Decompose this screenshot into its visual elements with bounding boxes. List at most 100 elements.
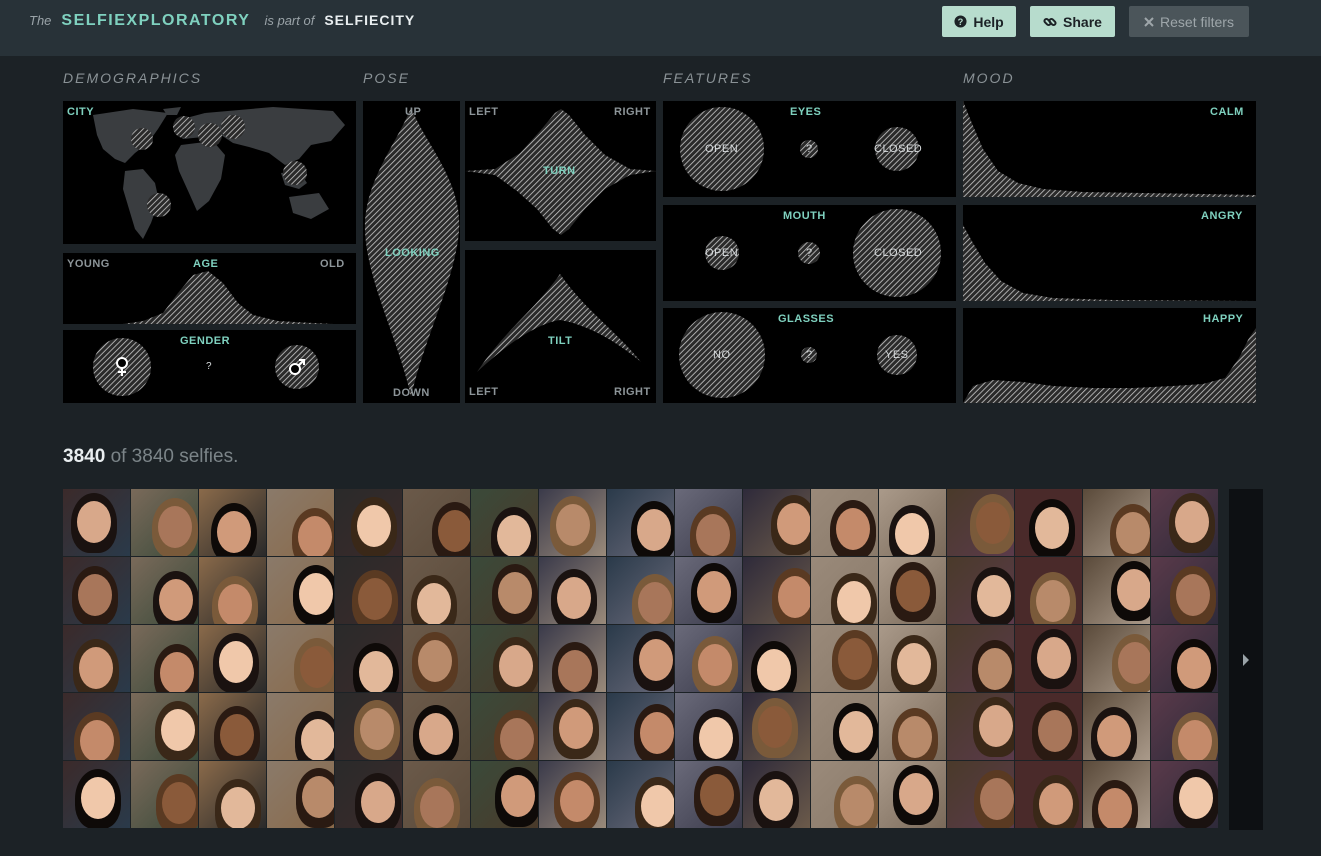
- selfie-thumbnail[interactable]: [471, 557, 538, 624]
- help-button[interactable]: ? Help: [942, 6, 1016, 37]
- selfie-thumbnail[interactable]: [607, 761, 674, 828]
- selfie-thumbnail[interactable]: [335, 625, 402, 692]
- selfie-thumbnail[interactable]: [675, 761, 742, 828]
- selfie-thumbnail[interactable]: [267, 625, 334, 692]
- city-map-filter[interactable]: CITY: [63, 101, 356, 244]
- selfie-thumbnail[interactable]: [1083, 489, 1150, 556]
- age-filter[interactable]: YOUNG AGE OLD: [63, 253, 356, 324]
- female-icon[interactable]: [115, 357, 129, 377]
- selfie-thumbnail[interactable]: [1151, 557, 1218, 624]
- selfie-thumbnail[interactable]: [539, 693, 606, 760]
- glasses-unknown[interactable]: ?: [806, 349, 813, 361]
- selfie-thumbnail[interactable]: [471, 625, 538, 692]
- selfie-thumbnail[interactable]: [811, 625, 878, 692]
- selfie-thumbnail[interactable]: [335, 761, 402, 828]
- selfie-thumbnail[interactable]: [811, 693, 878, 760]
- selfie-thumbnail[interactable]: [1083, 693, 1150, 760]
- selfie-thumbnail[interactable]: [811, 557, 878, 624]
- selfie-thumbnail[interactable]: [131, 489, 198, 556]
- share-button[interactable]: Share: [1030, 6, 1115, 37]
- selfie-thumbnail[interactable]: [539, 761, 606, 828]
- app-title[interactable]: SELFIEXPLORATORY: [61, 12, 250, 29]
- selfie-thumbnail[interactable]: [743, 489, 810, 556]
- selfie-thumbnail[interactable]: [607, 489, 674, 556]
- selfie-thumbnail[interactable]: [1083, 557, 1150, 624]
- selfie-thumbnail[interactable]: [1083, 625, 1150, 692]
- gender-filter[interactable]: GENDER ?: [63, 330, 356, 403]
- selfie-thumbnail[interactable]: [879, 625, 946, 692]
- selfie-thumbnail[interactable]: [607, 557, 674, 624]
- selfie-thumbnail[interactable]: [131, 625, 198, 692]
- selfie-thumbnail[interactable]: [403, 693, 470, 760]
- selfie-thumbnail[interactable]: [199, 557, 266, 624]
- selfie-thumbnail[interactable]: [63, 489, 130, 556]
- selfie-thumbnail[interactable]: [743, 557, 810, 624]
- selfie-thumbnail[interactable]: [403, 557, 470, 624]
- selfie-thumbnail[interactable]: [675, 557, 742, 624]
- selfie-thumbnail[interactable]: [335, 489, 402, 556]
- calm-filter[interactable]: CALM: [963, 101, 1256, 197]
- selfie-thumbnail[interactable]: [947, 625, 1014, 692]
- selfie-thumbnail[interactable]: [267, 761, 334, 828]
- selfie-thumbnail[interactable]: [335, 693, 402, 760]
- selfie-thumbnail[interactable]: [879, 761, 946, 828]
- selfie-thumbnail[interactable]: [675, 693, 742, 760]
- selfie-thumbnail[interactable]: [743, 625, 810, 692]
- selfie-thumbnail[interactable]: [811, 489, 878, 556]
- looking-filter[interactable]: UP LOOKING DOWN: [363, 101, 460, 403]
- selfie-thumbnail[interactable]: [1151, 489, 1218, 556]
- selfie-thumbnail[interactable]: [199, 625, 266, 692]
- selfie-thumbnail[interactable]: [1151, 761, 1218, 828]
- selfie-thumbnail[interactable]: [1151, 625, 1218, 692]
- selfie-thumbnail[interactable]: [63, 693, 130, 760]
- selfie-thumbnail[interactable]: [879, 489, 946, 556]
- selfie-thumbnail[interactable]: [131, 693, 198, 760]
- selfie-thumbnail[interactable]: [1015, 557, 1082, 624]
- eyes-filter[interactable]: EYES OPEN ? CLOSED: [663, 101, 956, 197]
- selfie-thumbnail[interactable]: [403, 489, 470, 556]
- selfie-thumbnail[interactable]: [1015, 693, 1082, 760]
- selfie-thumbnail[interactable]: [199, 761, 266, 828]
- glasses-filter[interactable]: GLASSES NO ? YES: [663, 308, 956, 403]
- parent-project-link[interactable]: SELFIECITY: [324, 12, 415, 28]
- selfie-thumbnail[interactable]: [267, 489, 334, 556]
- mouth-closed[interactable]: CLOSED: [874, 247, 922, 259]
- selfie-thumbnail[interactable]: [811, 761, 878, 828]
- selfie-thumbnail[interactable]: [267, 693, 334, 760]
- selfie-thumbnail[interactable]: [131, 557, 198, 624]
- glasses-no[interactable]: NO: [713, 349, 731, 361]
- selfie-thumbnail[interactable]: [743, 761, 810, 828]
- tilt-filter[interactable]: TILT LEFT RIGHT: [465, 250, 656, 403]
- selfie-thumbnail[interactable]: [743, 693, 810, 760]
- eyes-open[interactable]: OPEN: [705, 143, 738, 155]
- selfie-thumbnail[interactable]: [63, 625, 130, 692]
- reset-filters-button[interactable]: Reset filters: [1129, 6, 1249, 37]
- selfie-thumbnail[interactable]: [947, 557, 1014, 624]
- selfie-thumbnail[interactable]: [947, 693, 1014, 760]
- selfie-thumbnail[interactable]: [471, 761, 538, 828]
- selfie-thumbnail[interactable]: [947, 489, 1014, 556]
- gender-unknown[interactable]: ?: [206, 361, 212, 372]
- selfie-thumbnail[interactable]: [267, 557, 334, 624]
- mouth-filter[interactable]: MOUTH OPEN ? CLOSED: [663, 205, 956, 301]
- eyes-unknown[interactable]: ?: [806, 143, 813, 155]
- selfie-thumbnail[interactable]: [471, 489, 538, 556]
- selfie-thumbnail[interactable]: [1151, 693, 1218, 760]
- selfie-thumbnail[interactable]: [1015, 625, 1082, 692]
- selfie-thumbnail[interactable]: [947, 761, 1014, 828]
- selfie-thumbnail[interactable]: [539, 557, 606, 624]
- selfie-thumbnail[interactable]: [539, 489, 606, 556]
- selfie-thumbnail[interactable]: [1083, 761, 1150, 828]
- male-icon[interactable]: [288, 358, 306, 376]
- selfie-thumbnail[interactable]: [607, 625, 674, 692]
- mouth-unknown[interactable]: ?: [806, 247, 813, 259]
- mouth-open[interactable]: OPEN: [705, 247, 738, 259]
- selfie-thumbnail[interactable]: [607, 693, 674, 760]
- selfie-thumbnail[interactable]: [63, 557, 130, 624]
- selfie-thumbnail[interactable]: [1015, 761, 1082, 828]
- selfie-thumbnail[interactable]: [675, 489, 742, 556]
- angry-filter[interactable]: ANGRY: [963, 205, 1256, 301]
- selfie-thumbnail[interactable]: [1015, 489, 1082, 556]
- eyes-closed[interactable]: CLOSED: [874, 143, 922, 155]
- happy-filter[interactable]: HAPPY: [963, 308, 1256, 403]
